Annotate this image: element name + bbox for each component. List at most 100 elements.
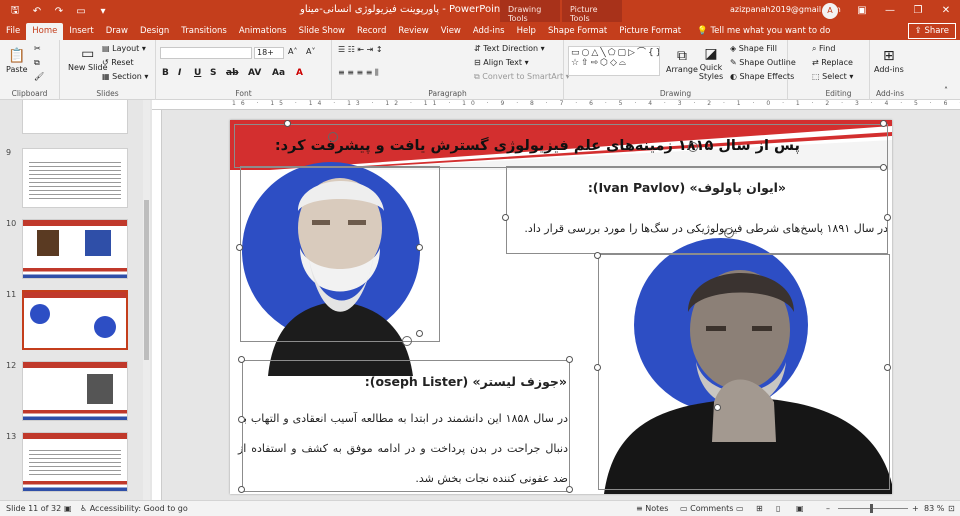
resize-handle[interactable]	[566, 486, 573, 493]
resize-handle[interactable]	[502, 214, 509, 221]
tab-animations[interactable]: Animations	[233, 23, 293, 40]
tab-home[interactable]: Home	[26, 23, 64, 40]
customize-qat-icon[interactable]: ▾	[96, 6, 110, 17]
scroll-thumb[interactable]	[144, 200, 149, 360]
tab-slide-show[interactable]: Slide Show	[293, 23, 351, 40]
slide-thumbnail-13[interactable]	[22, 432, 128, 492]
cut-icon[interactable]: ✂	[34, 44, 41, 53]
bullets-icon[interactable]: ☰ ☷ ⇤ ⇥ ↕	[338, 45, 383, 54]
font-size-combo[interactable]: 18+	[254, 47, 284, 59]
increase-font-icon[interactable]: A˄	[288, 47, 297, 56]
share-button[interactable]: ⇪ Share	[907, 23, 956, 39]
reading-view-icon[interactable]: ▯	[776, 504, 780, 513]
tab-view[interactable]: View	[435, 23, 467, 40]
shadow-icon[interactable]: S	[210, 68, 216, 78]
resize-handle[interactable]	[238, 416, 245, 423]
resize-handle[interactable]	[880, 120, 887, 127]
tab-picture-format[interactable]: Picture Format	[613, 23, 687, 40]
resize-handle[interactable]	[238, 356, 245, 363]
select-button[interactable]: ⬚ Select ▾	[812, 72, 853, 81]
undo-icon[interactable]: ↶	[30, 6, 44, 17]
resize-handle[interactable]	[416, 244, 423, 251]
comments-button[interactable]: ▭ Comments	[680, 504, 733, 513]
copy-icon[interactable]: ⧉	[34, 58, 40, 68]
replace-button[interactable]: ⇄ Replace	[812, 58, 853, 67]
resize-handle[interactable]	[284, 120, 291, 127]
save-icon[interactable]: 🖫	[8, 3, 22, 20]
rotate-handle-icon[interactable]	[402, 336, 412, 346]
rotate-handle-icon[interactable]	[688, 142, 698, 152]
tell-me-search[interactable]: 💡 Tell me what you want to do	[693, 23, 836, 40]
reset-button[interactable]: ↺ Reset	[102, 58, 134, 67]
tab-review[interactable]: Review	[392, 23, 434, 40]
tab-record[interactable]: Record	[351, 23, 392, 40]
slide-thumbnail-12[interactable]	[22, 361, 128, 421]
zoom-in-icon[interactable]: +	[912, 504, 919, 513]
font-family-combo[interactable]	[160, 47, 252, 59]
thumbnail-scrollbar[interactable]	[143, 100, 150, 500]
resize-handle[interactable]	[594, 252, 601, 259]
shapes-gallery[interactable]: ▭○△╲⬠▢▷⌒{}☆⇧⇨⬡◇⌓	[568, 46, 660, 76]
zoom-out-icon[interactable]: –	[826, 504, 830, 513]
slide-canvas[interactable]: پس از سال ۱۸۱۵ زمینه‌های علم فیزیولوژی گ…	[230, 120, 892, 494]
tab-shape-format[interactable]: Shape Format	[542, 23, 613, 40]
resize-handle[interactable]	[714, 404, 721, 411]
shape-outline-button[interactable]: ✎ Shape Outline	[730, 58, 796, 67]
resize-handle[interactable]	[566, 356, 573, 363]
zoom-slider-track[interactable]	[838, 508, 908, 509]
paste-button[interactable]: 📋 Paste	[6, 48, 28, 74]
bold-icon[interactable]: B	[162, 68, 169, 78]
tab-help[interactable]: Help	[511, 23, 542, 40]
resize-handle[interactable]	[884, 364, 891, 371]
slide-thumbnail-10[interactable]	[22, 219, 128, 279]
shape-fill-button[interactable]: ◈ Shape Fill	[730, 44, 777, 53]
fit-slide-icon[interactable]: ⊡	[948, 504, 955, 513]
avatar[interactable]: A	[822, 3, 838, 19]
lister-text-selection[interactable]	[242, 360, 570, 492]
notes-button[interactable]: ≡ Notes	[636, 504, 668, 513]
tab-design[interactable]: Design	[134, 23, 175, 40]
decrease-font-icon[interactable]: A˅	[306, 47, 315, 56]
strikethrough-icon[interactable]: ab	[226, 68, 239, 78]
pavlov-image-selection[interactable]	[240, 166, 440, 342]
tab-insert[interactable]: Insert	[63, 23, 99, 40]
resize-handle[interactable]	[880, 164, 887, 171]
zoom-slider-knob[interactable]	[870, 504, 873, 513]
minimize-icon[interactable]: —	[876, 0, 904, 22]
slide-thumbnail-9[interactable]	[22, 148, 128, 208]
find-button[interactable]: ⌕ Find	[812, 44, 835, 54]
change-case-icon[interactable]: Aa	[272, 68, 285, 78]
slide-thumbnail-8[interactable]: 🧍🧍🧍🧍🧍	[22, 100, 128, 134]
resize-handle[interactable]	[416, 330, 423, 337]
resize-handle[interactable]	[238, 486, 245, 493]
title-selection-box[interactable]	[234, 124, 888, 168]
convert-smartart-button[interactable]: ⧉ Convert to SmartArt ▾	[474, 72, 570, 82]
tab-draw[interactable]: Draw	[100, 23, 134, 40]
slide-sorter-icon[interactable]: ⊞	[756, 504, 763, 513]
pavlov-text-selection[interactable]	[506, 166, 888, 254]
restore-icon[interactable]: ❐	[904, 0, 932, 22]
close-icon[interactable]: ✕	[932, 0, 960, 22]
section-button[interactable]: ▦ Section ▾	[102, 72, 148, 81]
text-direction-button[interactable]: ⇵ Text Direction ▾	[474, 44, 545, 53]
zoom-level[interactable]: 83 %	[924, 504, 944, 513]
resize-handle[interactable]	[594, 364, 601, 371]
redo-icon[interactable]: ↷	[52, 6, 66, 17]
resize-handle[interactable]	[236, 244, 243, 251]
align-icons[interactable]: ≡ ≡ ≡ ≡ ⫼	[338, 68, 379, 78]
normal-view-icon[interactable]: ▭	[736, 504, 744, 513]
rotate-handle-icon[interactable]	[724, 228, 734, 238]
ribbon-display-icon[interactable]: ▣	[848, 0, 876, 22]
spacing-icon[interactable]: AV	[248, 68, 261, 78]
accessibility-status[interactable]: ♿ Accessibility: Good to go	[80, 504, 188, 513]
underline-icon[interactable]: U	[194, 68, 201, 78]
spellcheck-icon[interactable]: ▣	[64, 504, 72, 513]
shape-effects-button[interactable]: ◐ Shape Effects	[730, 72, 794, 81]
format-painter-icon[interactable]: 🖌	[34, 72, 44, 81]
font-color-icon[interactable]: A	[296, 68, 303, 78]
quick-styles-button[interactable]: ◪ Quick Styles	[696, 46, 726, 81]
add-ins-button[interactable]: ⊞ Add-ins	[874, 48, 904, 74]
tab-file[interactable]: File	[0, 23, 26, 40]
tab-add-ins[interactable]: Add-ins	[467, 23, 511, 40]
slide-thumbnail-11[interactable]	[22, 290, 128, 350]
